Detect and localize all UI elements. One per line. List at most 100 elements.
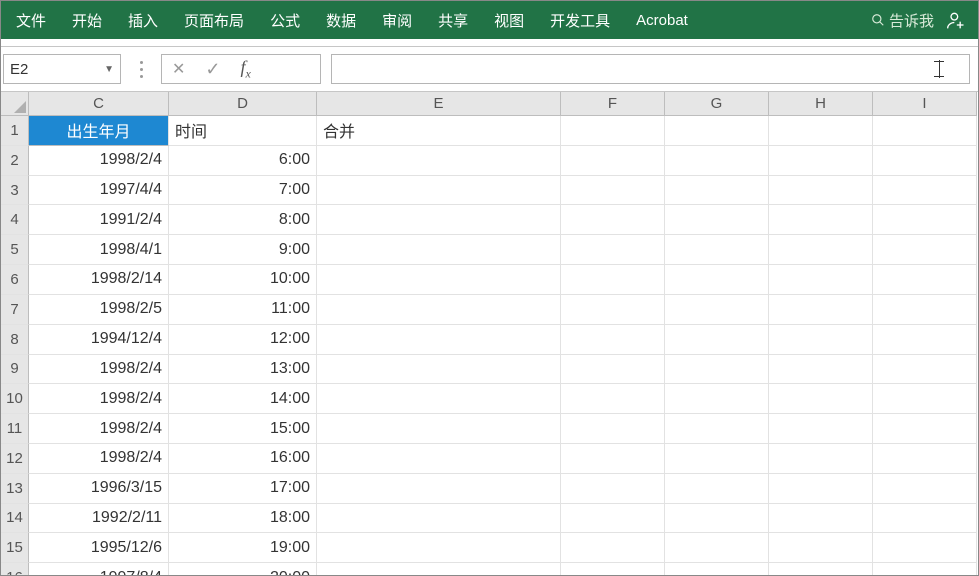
- cell-I4[interactable]: [873, 205, 977, 235]
- cell-H11[interactable]: [769, 414, 873, 444]
- column-header-C[interactable]: C: [29, 92, 169, 116]
- cell-H15[interactable]: [769, 533, 873, 563]
- ribbon-tab-pagelayout[interactable]: 页面布局: [171, 1, 257, 39]
- formula-input[interactable]: [331, 54, 970, 84]
- cell-D16[interactable]: 20:00: [169, 563, 317, 575]
- select-all-corner[interactable]: [1, 92, 29, 116]
- accept-icon[interactable]: ✓: [205, 59, 220, 80]
- cell-G5[interactable]: [665, 235, 769, 265]
- cell-I16[interactable]: [873, 563, 977, 575]
- cell-H2[interactable]: [769, 146, 873, 176]
- cell-E8[interactable]: [317, 325, 561, 355]
- cell-E6[interactable]: [317, 265, 561, 295]
- cell-C4[interactable]: 1991/2/4: [29, 205, 169, 235]
- cell-E4[interactable]: [317, 205, 561, 235]
- cell-C14[interactable]: 1992/2/11: [29, 504, 169, 534]
- cell-E10[interactable]: [317, 384, 561, 414]
- cell-H13[interactable]: [769, 474, 873, 504]
- cell-C15[interactable]: 1995/12/6: [29, 533, 169, 563]
- row-header-3[interactable]: 3: [1, 176, 29, 206]
- cell-H1[interactable]: [769, 116, 873, 146]
- cell-F15[interactable]: [561, 533, 665, 563]
- cancel-icon[interactable]: ✕: [172, 59, 185, 79]
- cell-F10[interactable]: [561, 384, 665, 414]
- ribbon-tab-share[interactable]: 共享: [425, 1, 481, 39]
- cell-I1[interactable]: [873, 116, 977, 146]
- cell-G6[interactable]: [665, 265, 769, 295]
- cell-D8[interactable]: 12:00: [169, 325, 317, 355]
- cell-F14[interactable]: [561, 504, 665, 534]
- cell-H14[interactable]: [769, 504, 873, 534]
- ribbon-tab-home[interactable]: 开始: [59, 1, 115, 39]
- cell-D7[interactable]: 11:00: [169, 295, 317, 325]
- row-header-7[interactable]: 7: [1, 295, 29, 325]
- cell-C6[interactable]: 1998/2/14: [29, 265, 169, 295]
- cell-H16[interactable]: [769, 563, 873, 575]
- cell-F3[interactable]: [561, 176, 665, 206]
- cell-D3[interactable]: 7:00: [169, 176, 317, 206]
- cell-C13[interactable]: 1996/3/15: [29, 474, 169, 504]
- cell-H8[interactable]: [769, 325, 873, 355]
- cell-I10[interactable]: [873, 384, 977, 414]
- cell-F6[interactable]: [561, 265, 665, 295]
- cell-C1[interactable]: 出生年月: [29, 116, 169, 146]
- ribbon-tab-formulas[interactable]: 公式: [257, 1, 313, 39]
- column-header-F[interactable]: F: [561, 92, 665, 116]
- cell-F12[interactable]: [561, 444, 665, 474]
- cell-F11[interactable]: [561, 414, 665, 444]
- cell-E14[interactable]: [317, 504, 561, 534]
- cell-I11[interactable]: [873, 414, 977, 444]
- cell-F5[interactable]: [561, 235, 665, 265]
- cell-F9[interactable]: [561, 355, 665, 385]
- cell-E9[interactable]: [317, 355, 561, 385]
- cell-I9[interactable]: [873, 355, 977, 385]
- row-header-8[interactable]: 8: [1, 325, 29, 355]
- cell-E7[interactable]: [317, 295, 561, 325]
- cell-H7[interactable]: [769, 295, 873, 325]
- row-header-15[interactable]: 15: [1, 533, 29, 563]
- cell-G12[interactable]: [665, 444, 769, 474]
- row-header-11[interactable]: 11: [1, 414, 29, 444]
- cell-C8[interactable]: 1994/12/4: [29, 325, 169, 355]
- cell-I2[interactable]: [873, 146, 977, 176]
- cell-F2[interactable]: [561, 146, 665, 176]
- cell-E13[interactable]: [317, 474, 561, 504]
- cell-D6[interactable]: 10:00: [169, 265, 317, 295]
- share-button[interactable]: [940, 10, 972, 30]
- cell-H12[interactable]: [769, 444, 873, 474]
- cell-C11[interactable]: 1998/2/4: [29, 414, 169, 444]
- cell-H6[interactable]: [769, 265, 873, 295]
- cell-I15[interactable]: [873, 533, 977, 563]
- cell-D12[interactable]: 16:00: [169, 444, 317, 474]
- cell-D14[interactable]: 18:00: [169, 504, 317, 534]
- cell-F13[interactable]: [561, 474, 665, 504]
- cell-G10[interactable]: [665, 384, 769, 414]
- tellme-search[interactable]: 告诉我: [865, 10, 940, 31]
- cell-I12[interactable]: [873, 444, 977, 474]
- cell-E3[interactable]: [317, 176, 561, 206]
- cell-D5[interactable]: 9:00: [169, 235, 317, 265]
- row-header-13[interactable]: 13: [1, 474, 29, 504]
- row-header-16[interactable]: 16: [1, 563, 29, 575]
- cell-G11[interactable]: [665, 414, 769, 444]
- cell-I7[interactable]: [873, 295, 977, 325]
- column-header-E[interactable]: E: [317, 92, 561, 116]
- cell-F1[interactable]: [561, 116, 665, 146]
- cell-C10[interactable]: 1998/2/4: [29, 384, 169, 414]
- row-header-9[interactable]: 9: [1, 355, 29, 385]
- cell-G15[interactable]: [665, 533, 769, 563]
- row-header-1[interactable]: 1: [1, 116, 29, 146]
- column-header-I[interactable]: I: [873, 92, 977, 116]
- cell-F8[interactable]: [561, 325, 665, 355]
- cell-G1[interactable]: [665, 116, 769, 146]
- cell-C3[interactable]: 1997/4/4: [29, 176, 169, 206]
- ribbon-tab-file[interactable]: 文件: [3, 1, 59, 39]
- cell-D11[interactable]: 15:00: [169, 414, 317, 444]
- cell-C5[interactable]: 1998/4/1: [29, 235, 169, 265]
- cell-E1[interactable]: 合并: [317, 116, 561, 146]
- cell-H3[interactable]: [769, 176, 873, 206]
- cell-I3[interactable]: [873, 176, 977, 206]
- cell-I13[interactable]: [873, 474, 977, 504]
- row-header-14[interactable]: 14: [1, 504, 29, 534]
- cell-H4[interactable]: [769, 205, 873, 235]
